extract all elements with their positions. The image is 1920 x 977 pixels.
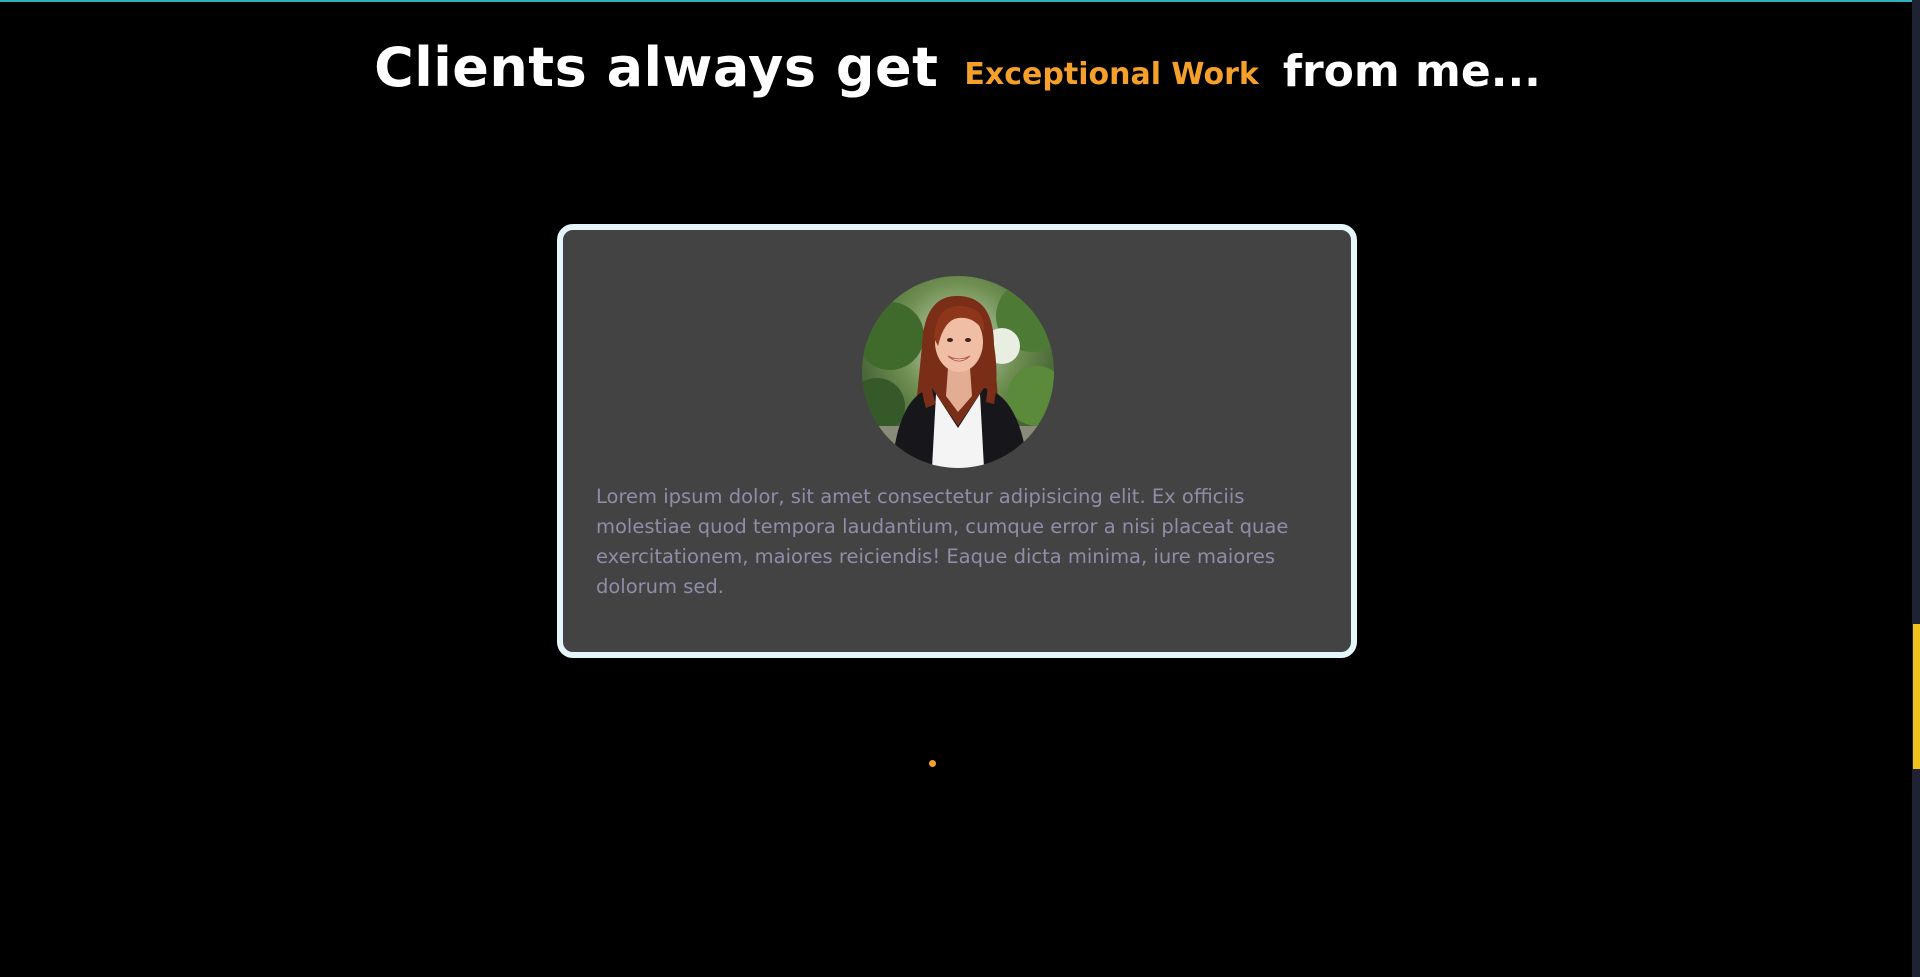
scrollbar-track[interactable]	[1912, 0, 1920, 977]
carousel-dot-active[interactable]	[929, 760, 936, 767]
section-heading: Clients always get Exceptional Work from m…	[0, 28, 1915, 117]
testimonial-card: Lorem ipsum dolor, sit amet consectetur …	[557, 224, 1357, 658]
scrollbar-thumb[interactable]	[1913, 624, 1920, 769]
client-avatar	[862, 276, 1054, 468]
heading-part-1: Clients always get	[374, 36, 939, 99]
client-photo-illustration	[862, 276, 1054, 468]
testimonial-text: Lorem ipsum dolor, sit amet consectetur …	[596, 485, 1289, 598]
heading-part-2: from me...	[1282, 46, 1541, 97]
heading-accent: Exceptional Work	[964, 57, 1259, 92]
page: Clients always get Exceptional Work from m…	[0, 0, 1920, 977]
top-accent-line	[0, 0, 1920, 2]
